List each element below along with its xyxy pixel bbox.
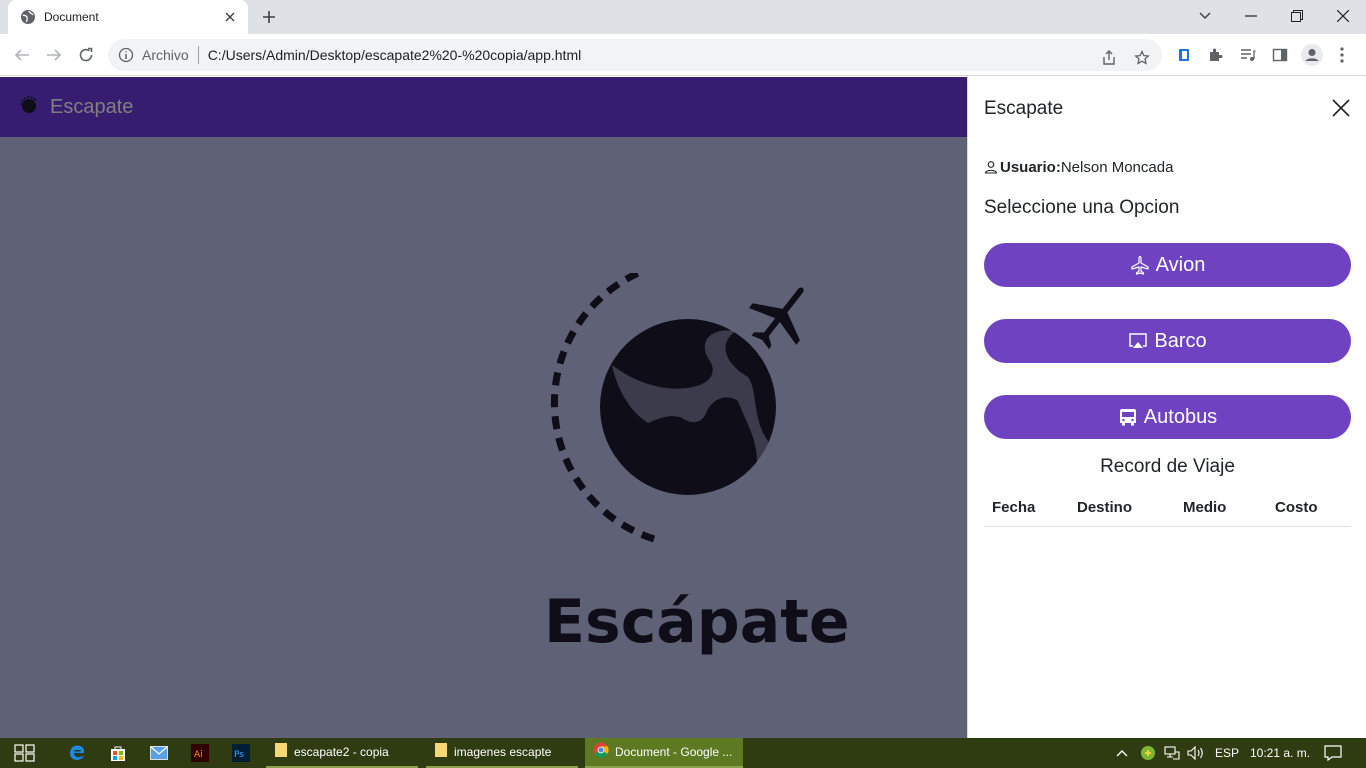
offcanvas-panel: Escapate Usuario: Nelson Moncada Selecci… [967, 77, 1366, 738]
forward-arrow-icon[interactable] [41, 42, 67, 68]
barco-label: Barco [1154, 329, 1207, 352]
browser-tabstrip: Document [0, 0, 1366, 34]
taskbar-app-label: imagenes escapte [454, 745, 552, 759]
back-arrow-icon[interactable] [9, 42, 35, 68]
mail-icon[interactable] [150, 738, 168, 768]
browser-toolbar: Archivo C:/Users/Admin/Desktop/escapate2… [0, 34, 1366, 76]
start-icon[interactable] [14, 738, 36, 768]
user-name: Nelson Moncada [1060, 159, 1174, 176]
tray-chevron-up-icon[interactable] [1116, 738, 1128, 768]
photoshop-icon[interactable]: Ps [232, 738, 250, 768]
tray-security-icon[interactable] [1140, 738, 1156, 768]
airplane-icon [1130, 255, 1150, 275]
record-table: Fecha Destino Medio Costo [984, 495, 1351, 527]
col-costo: Costo [1267, 495, 1351, 527]
offcanvas-title: Escapate [984, 98, 1064, 119]
browser-menu-icon[interactable] [1329, 42, 1355, 68]
options-heading: Seleccione una Opcion [984, 197, 1180, 218]
tab-close-icon[interactable] [222, 9, 238, 25]
bookmark-star-icon[interactable] [1131, 47, 1153, 69]
col-destino: Destino [1069, 495, 1175, 527]
share-icon[interactable] [1098, 47, 1120, 69]
svg-text:Ps: Ps [234, 750, 244, 760]
tab-title: Document [44, 10, 99, 24]
chrome-icon [593, 742, 609, 763]
browser-tab[interactable]: Document [8, 0, 248, 34]
avion-label: Avion [1155, 253, 1206, 276]
tab-search-icon[interactable] [1182, 0, 1228, 32]
taskbar-app-imagenes[interactable]: imagenes escapte [426, 738, 578, 768]
close-icon[interactable] [1330, 97, 1352, 119]
col-medio: Medio [1175, 495, 1267, 527]
extension-app-icon[interactable] [1171, 42, 1197, 68]
media-queue-icon[interactable] [1235, 42, 1261, 68]
restore-button[interactable] [1274, 0, 1320, 32]
omnibox-divider [197, 46, 199, 64]
autobus-button[interactable]: Autobus [984, 395, 1351, 439]
globe-icon [20, 9, 36, 25]
taskbar-app-escapate2[interactable]: escapate2 - copia [266, 738, 418, 768]
scheme-label: Archivo [142, 47, 189, 63]
edge-icon[interactable] [68, 738, 86, 768]
avion-button[interactable]: Avion [984, 243, 1351, 287]
notification-icon[interactable] [1324, 738, 1342, 768]
clock[interactable]: 10:21 a. m. [1250, 738, 1310, 768]
new-tab-button[interactable] [258, 7, 280, 27]
airplay-icon [1128, 331, 1148, 351]
close-window-button[interactable] [1320, 0, 1366, 32]
page-viewport: Escapate Escápate Escapate Usuario: [0, 77, 1366, 738]
minimize-button[interactable] [1228, 0, 1274, 32]
taskbar-app-label: escapate2 - copia [294, 745, 389, 759]
address-bar[interactable]: Archivo C:/Users/Admin/Desktop/escapate2… [108, 39, 1162, 71]
record-title: Record de Viaje [1100, 456, 1235, 477]
folder-icon [434, 742, 448, 763]
taskbar-app-label: Document - Google ... [615, 745, 733, 759]
info-icon[interactable] [118, 47, 134, 63]
network-icon[interactable] [1164, 738, 1180, 768]
autobus-label: Autobus [1143, 405, 1218, 428]
windows-taskbar: Ai Ps escapate2 - copia imagenes escapte… [0, 738, 1366, 768]
profile-avatar-icon[interactable] [1299, 42, 1325, 68]
illustrator-icon[interactable]: Ai [191, 738, 209, 768]
url-text[interactable]: C:/Users/Admin/Desktop/escapate2%20-%20c… [208, 47, 582, 63]
user-label: Usuario: [1000, 159, 1061, 176]
puzzle-extensions-icon[interactable] [1203, 42, 1229, 68]
person-icon [984, 160, 999, 175]
reload-icon[interactable] [73, 42, 99, 68]
table-header-row: Fecha Destino Medio Costo [984, 495, 1351, 527]
barco-button[interactable]: Barco [984, 319, 1351, 363]
folder-icon [274, 742, 288, 763]
taskbar-app-chrome[interactable]: Document - Google ... [585, 738, 743, 768]
user-info: Usuario: Nelson Moncada [984, 159, 1173, 176]
side-panel-icon[interactable] [1267, 42, 1293, 68]
store-icon[interactable] [109, 738, 127, 768]
clock-text: 10:21 a. m. [1250, 746, 1311, 760]
language-text: ESP [1215, 746, 1240, 760]
svg-text:Ai: Ai [194, 750, 203, 760]
bus-icon [1118, 407, 1138, 427]
col-fecha: Fecha [984, 495, 1069, 527]
language-indicator[interactable]: ESP [1215, 738, 1239, 768]
volume-icon[interactable] [1187, 738, 1205, 768]
